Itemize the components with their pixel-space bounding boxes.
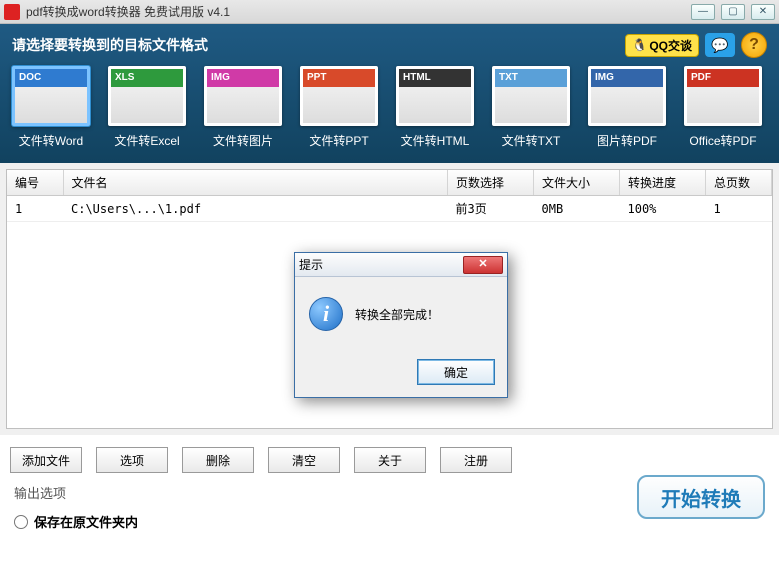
table-header-row: 编号 文件名 页数选择 文件大小 转换进度 总页数 — [7, 170, 772, 196]
toolbar-heading: 请选择要转换到的目标文件格式 — [12, 35, 208, 55]
output-section: 输出选项 保存在原文件夹内 开始转换 — [0, 479, 779, 541]
format-preview — [495, 87, 567, 123]
format-thumb: IMG — [588, 66, 666, 126]
format-html-4[interactable]: HTML 文件转HTML — [396, 66, 474, 149]
cell-filename: C:\Users\...\1.pdf — [63, 196, 448, 222]
delete-button[interactable]: 删除 — [182, 447, 254, 473]
format-preview — [15, 87, 87, 123]
cell-pagesel: 前3页 — [448, 196, 534, 222]
format-img-6[interactable]: IMG 图片转PDF — [588, 66, 666, 149]
format-preview — [687, 87, 759, 123]
action-button-row: 添加文件 选项 删除 清空 关于 注册 — [0, 435, 779, 479]
penguin-icon: 🐧 — [632, 38, 647, 52]
cell-index: 1 — [7, 196, 63, 222]
format-badge: DOC — [15, 69, 90, 87]
titlebar: pdf转换成word转换器 免费试用版 v4.1 — ▢ ✕ — [0, 0, 779, 24]
options-button[interactable]: 选项 — [96, 447, 168, 473]
maximize-button[interactable]: ▢ — [721, 4, 745, 20]
format-thumb: HTML — [396, 66, 474, 126]
format-label: 文件转Excel — [108, 132, 186, 149]
format-ppt-3[interactable]: PPT 文件转PPT — [300, 66, 378, 149]
format-badge: PDF — [687, 69, 762, 87]
col-index[interactable]: 编号 — [7, 170, 63, 196]
dialog-close-button[interactable]: ✕ — [463, 256, 503, 274]
start-convert-button[interactable]: 开始转换 — [637, 475, 765, 519]
info-icon: i — [309, 297, 343, 331]
format-label: Office转PDF — [684, 132, 762, 149]
table-row[interactable]: 1C:\Users\...\1.pdf前3页0MB100%1 — [7, 196, 772, 222]
format-badge: TXT — [495, 69, 570, 87]
help-button[interactable]: ? — [741, 32, 767, 58]
cell-progress: 100% — [620, 196, 706, 222]
format-toolbar: 请选择要转换到的目标文件格式 🐧 QQ交谈 💬 ? DOC 文件转Word XLS 文… — [0, 24, 779, 163]
col-pagesel[interactable]: 页数选择 — [448, 170, 534, 196]
format-xls-1[interactable]: XLS 文件转Excel — [108, 66, 186, 149]
chat-button[interactable]: 💬 — [705, 33, 735, 57]
format-label: 文件转HTML — [396, 132, 474, 149]
cell-totalpages: 1 — [706, 196, 772, 222]
format-thumb: XLS — [108, 66, 186, 126]
format-badge: HTML — [399, 69, 474, 87]
format-thumb: PDF — [684, 66, 762, 126]
col-totalpages[interactable]: 总页数 — [706, 170, 772, 196]
format-preview — [591, 87, 663, 123]
format-preview — [303, 87, 375, 123]
dialog-ok-button[interactable]: 确定 — [417, 359, 495, 385]
file-table: 编号 文件名 页数选择 文件大小 转换进度 总页数 1C:\Users\...\… — [7, 170, 772, 222]
format-badge: PPT — [303, 69, 378, 87]
format-label: 文件转图片 — [204, 132, 282, 149]
format-pdf-7[interactable]: PDF Office转PDF — [684, 66, 762, 149]
format-preview — [207, 87, 279, 123]
cell-filesize: 0MB — [534, 196, 620, 222]
format-thumb: DOC — [12, 66, 90, 126]
info-dialog: 提示 ✕ i 转换全部完成！ 确定 — [294, 252, 508, 398]
minimize-button[interactable]: — — [691, 4, 715, 20]
format-img-2[interactable]: IMG 文件转图片 — [204, 66, 282, 149]
chat-icon: 💬 — [711, 37, 728, 54]
qq-chat-button[interactable]: 🐧 QQ交谈 — [625, 34, 699, 57]
format-preview — [111, 87, 183, 123]
window-title: pdf转换成word转换器 免费试用版 v4.1 — [26, 3, 691, 20]
save-same-folder-radio[interactable] — [14, 515, 28, 529]
format-badge: IMG — [207, 69, 282, 87]
format-thumb: TXT — [492, 66, 570, 126]
format-label: 图片转PDF — [588, 132, 666, 149]
format-label: 文件转TXT — [492, 132, 570, 149]
format-doc-0[interactable]: DOC 文件转Word — [12, 66, 90, 149]
col-progress[interactable]: 转换进度 — [620, 170, 706, 196]
format-thumb: PPT — [300, 66, 378, 126]
col-filename[interactable]: 文件名 — [63, 170, 448, 196]
about-button[interactable]: 关于 — [354, 447, 426, 473]
col-filesize[interactable]: 文件大小 — [534, 170, 620, 196]
dialog-title: 提示 — [299, 256, 463, 273]
close-button[interactable]: ✕ — [751, 4, 775, 20]
add-file-button[interactable]: 添加文件 — [10, 447, 82, 473]
clear-button[interactable]: 清空 — [268, 447, 340, 473]
register-button[interactable]: 注册 — [440, 447, 512, 473]
format-label: 文件转PPT — [300, 132, 378, 149]
app-icon — [4, 4, 20, 20]
format-label: 文件转Word — [12, 132, 90, 149]
format-thumb: IMG — [204, 66, 282, 126]
format-badge: IMG — [591, 69, 666, 87]
format-badge: XLS — [111, 69, 186, 87]
format-preview — [399, 87, 471, 123]
dialog-message: 转换全部完成！ — [355, 306, 439, 323]
format-txt-5[interactable]: TXT 文件转TXT — [492, 66, 570, 149]
dialog-titlebar[interactable]: 提示 ✕ — [295, 253, 507, 277]
